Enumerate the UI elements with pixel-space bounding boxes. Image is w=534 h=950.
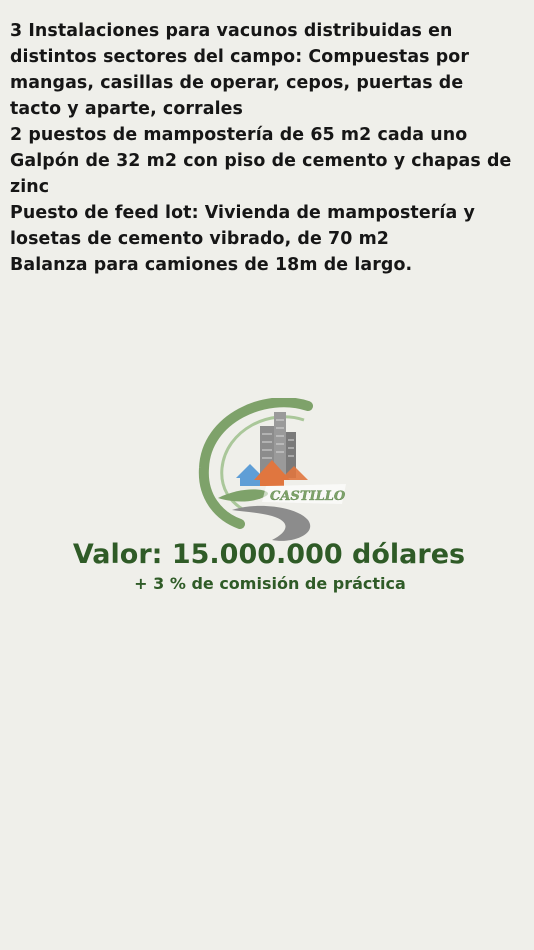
logo-text: CASTILLO <box>270 489 346 504</box>
property-description: 3 Instalaciones para vacunos distribuida… <box>10 18 526 278</box>
real-estate-logo-icon: CASTILLO <box>198 397 346 541</box>
description-line: zinc <box>10 177 50 197</box>
description-line: mangas, casillas de operar, cepos, puert… <box>10 73 464 93</box>
castillo-logo: CASTILLO <box>196 397 356 546</box>
description-line: Puesto de feed lot: Vivienda de mamposte… <box>10 203 475 223</box>
description-line: 3 Instalaciones para vacunos distribuida… <box>10 21 453 41</box>
price-value: Valor: 15.000.000 dólares <box>72 539 466 570</box>
description-line: distintos sectores del campo: Compuestas… <box>10 47 470 67</box>
description-line: 2 puestos de mampostería de 65 m2 cada u… <box>10 125 468 145</box>
commission-note: + 3 % de comisión de práctica <box>134 574 406 593</box>
description-line: losetas de cemento vibrado, de 70 m2 <box>10 229 390 249</box>
description-line: Galpón de 32 m2 con piso de cemento y ch… <box>10 151 512 171</box>
description-line: tacto y aparte, corrales <box>10 99 243 119</box>
description-line: Balanza para camiones de 18m de largo. <box>10 255 413 275</box>
